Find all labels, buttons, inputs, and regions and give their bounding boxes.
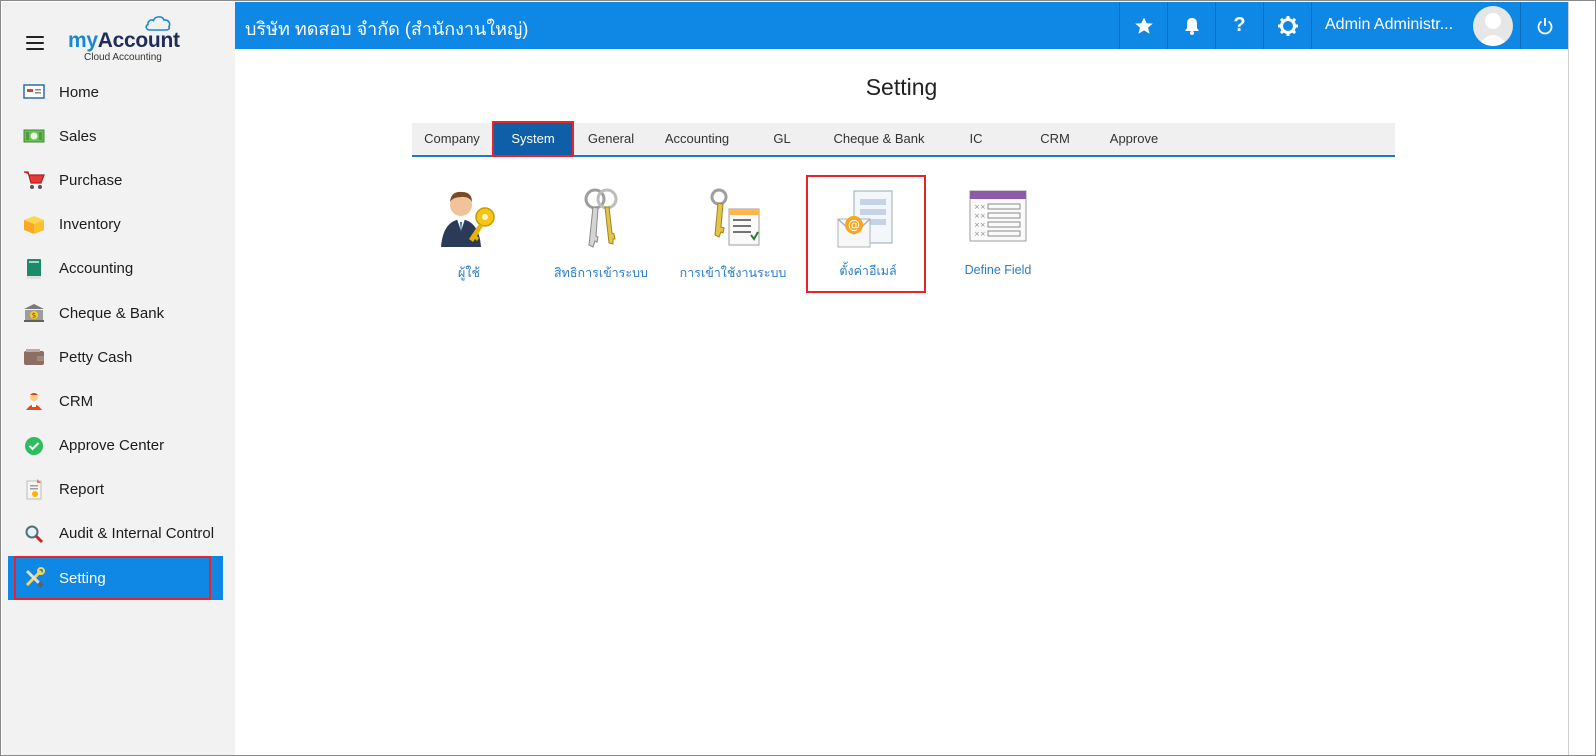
keys-icon — [584, 188, 618, 248]
svg-text:××: ×× — [974, 221, 986, 229]
logo[interactable]: myAccount Cloud Accounting — [68, 14, 188, 64]
tile-label: สิทธิการเข้าระบบ — [554, 266, 648, 280]
sidebar-nav: Home Sales Purchase Inventory Accounting… — [2, 70, 235, 601]
tile-user[interactable]: ผู้ใช้ — [409, 177, 529, 295]
scrollbar-track[interactable] — [1568, 2, 1595, 755]
cart-icon — [23, 169, 45, 191]
help-button[interactable]: ? — [1215, 2, 1263, 49]
user-key-icon — [441, 191, 495, 247]
sidebar-item-label: Accounting — [59, 260, 134, 278]
sidebar-item-label: Purchase — [59, 171, 123, 189]
sidebar-item-label: CRM — [59, 392, 94, 410]
field-list-icon: ×××××××× — [969, 190, 1027, 242]
sidebar: myAccount Cloud Accounting Home Sales Pu… — [2, 2, 235, 755]
app-window: myAccount Cloud Accounting Home Sales Pu… — [0, 0, 1596, 756]
svg-text:××: ×× — [974, 212, 986, 220]
magnifier-icon — [23, 523, 45, 545]
tab-company[interactable]: Company — [412, 123, 492, 155]
home-icon — [23, 81, 45, 103]
logo-subtitle: Cloud Accounting — [84, 52, 162, 63]
sidebar-item-approve-center[interactable]: Approve Center — [2, 424, 235, 468]
star-icon — [1134, 17, 1153, 34]
power-icon — [1537, 17, 1552, 34]
bell-icon — [1184, 17, 1199, 35]
hamburger-menu-icon[interactable] — [26, 36, 44, 50]
help-icon: ? — [1233, 14, 1246, 36]
sidebar-item-accounting[interactable]: Accounting — [2, 247, 235, 291]
people-icon — [23, 390, 45, 412]
sidebar-item-label: Inventory — [59, 216, 121, 234]
sidebar-item-label: Audit & Internal Control — [59, 525, 215, 543]
tile-label: ตั้งค่าอีเมล์ — [839, 264, 897, 278]
gear-icon — [1277, 15, 1298, 36]
sidebar-item-label: Cheque & Bank — [59, 304, 165, 322]
sidebar-item-purchase[interactable]: Purchase — [2, 158, 235, 202]
tile-access-rights[interactable]: สิทธิการเข้าระบบ — [541, 177, 661, 295]
sidebar-item-label: Home — [59, 83, 100, 101]
sidebar-item-audit[interactable]: Audit & Internal Control — [2, 512, 235, 556]
tile-system-usage[interactable]: การเข้าใช้งานระบบ — [673, 177, 793, 295]
company-title[interactable]: บริษัท ทดสอบ จำกัด (สำนักงานใหญ่) — [245, 14, 528, 43]
logout-button[interactable] — [1520, 2, 1568, 49]
check-circle-icon — [23, 435, 45, 457]
sidebar-item-label: Setting — [59, 569, 106, 587]
sidebar-item-home[interactable]: Home — [2, 70, 235, 114]
sidebar-item-label: Approve Center — [59, 437, 165, 455]
tab-general[interactable]: General — [574, 123, 648, 155]
tools-icon — [23, 567, 45, 589]
sidebar-item-label: Report — [59, 481, 105, 499]
sidebar-item-label: Petty Cash — [59, 348, 133, 366]
top-header: บริษัท ทดสอบ จำกัด (สำนักงานใหญ่) ? Admi… — [235, 2, 1568, 49]
brand: myAccount Cloud Accounting — [2, 2, 235, 66]
svg-text:××: ×× — [974, 203, 986, 211]
tile-label: การเข้าใช้งานระบบ — [679, 266, 787, 280]
sidebar-item-label: Sales — [59, 127, 97, 145]
user-name[interactable]: Admin Administr... — [1325, 16, 1453, 34]
setting-tabs: Company System General Accounting GL Che… — [412, 121, 1395, 157]
notifications-button[interactable] — [1167, 2, 1215, 49]
svg-text:@: @ — [848, 218, 860, 232]
tab-gl[interactable]: GL — [750, 123, 814, 155]
tab-approve[interactable]: Approve — [1096, 123, 1172, 155]
bank-icon: $ — [23, 302, 45, 324]
page-title: Setting — [865, 74, 938, 100]
keys-checklist-icon — [710, 188, 760, 246]
tab-crm[interactable]: CRM — [1022, 123, 1088, 155]
sidebar-item-report[interactable]: Report — [2, 468, 235, 512]
favorites-button[interactable] — [1119, 2, 1167, 49]
tile-define-field[interactable]: ×× ×× ×× ×× Define Field — [938, 177, 1058, 295]
logo-text: myAccount — [68, 29, 180, 52]
tab-accounting[interactable]: Accounting — [652, 123, 742, 155]
sidebar-item-petty-cash[interactable]: Petty Cash — [2, 335, 235, 379]
avatar[interactable] — [1473, 6, 1513, 46]
tile-label: ผู้ใช้ — [458, 266, 480, 280]
svg-text:××: ×× — [974, 230, 986, 238]
sidebar-item-setting[interactable]: Setting — [8, 556, 223, 601]
settings-button[interactable] — [1263, 2, 1311, 49]
tab-ic[interactable]: IC — [944, 123, 1008, 155]
money-icon — [23, 125, 45, 147]
email-settings-icon: @ — [837, 190, 893, 248]
tab-system[interactable]: System — [492, 121, 574, 157]
wallet-icon — [23, 346, 45, 368]
tile-email-settings[interactable]: @ ตั้งค่าอีเมล์ — [806, 175, 926, 293]
tab-cheque-bank[interactable]: Cheque & Bank — [824, 123, 934, 155]
tile-label: Define Field — [964, 263, 1032, 277]
ledger-icon — [23, 258, 45, 280]
report-icon — [23, 478, 45, 501]
user-avatar-icon — [1478, 13, 1508, 46]
sidebar-item-inventory[interactable]: Inventory — [2, 203, 235, 247]
sidebar-item-crm[interactable]: CRM — [2, 379, 235, 423]
svg-text:$: $ — [32, 312, 36, 320]
sidebar-item-cheque-bank[interactable]: $ Cheque & Bank — [2, 291, 235, 335]
box-icon — [23, 214, 45, 236]
sidebar-item-sales[interactable]: Sales — [2, 114, 235, 158]
